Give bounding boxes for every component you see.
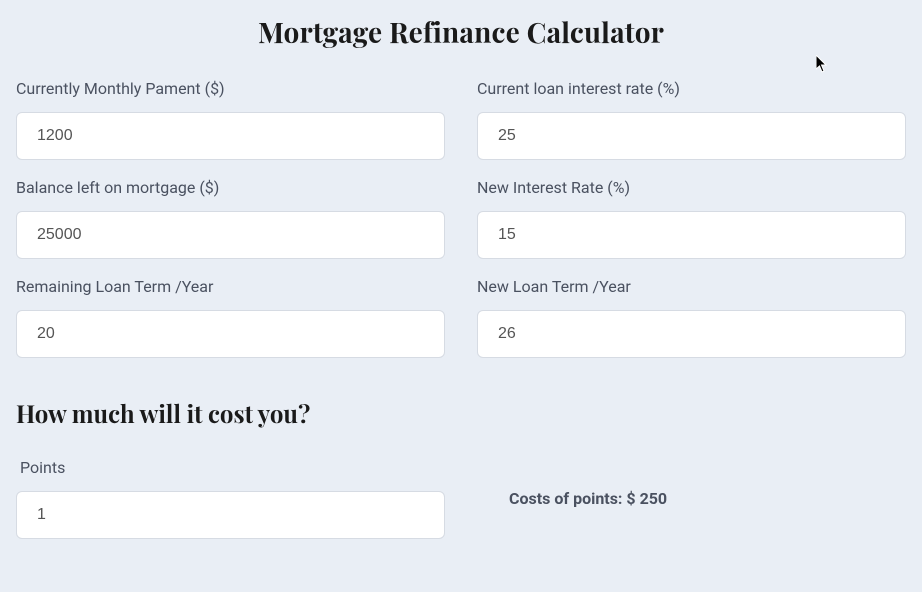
field-balance-left: Balance left on mortgage ($)	[16, 178, 445, 259]
input-points[interactable]	[16, 491, 445, 539]
input-balance-left[interactable]	[16, 211, 445, 259]
label-current-interest-rate: Current loan interest rate (%)	[477, 79, 906, 98]
field-points: Points	[16, 458, 445, 539]
points-cost-label: Costs of points: $ 250	[477, 489, 906, 508]
label-balance-left: Balance left on mortgage ($)	[16, 178, 445, 197]
cost-section-heading: How much will it cost you?	[16, 398, 906, 430]
label-new-term: New Loan Term /Year	[477, 277, 906, 296]
field-current-monthly-payment: Currently Monthly Pament ($)	[16, 79, 445, 160]
label-new-interest-rate: New Interest Rate (%)	[477, 178, 906, 197]
input-new-term[interactable]	[477, 310, 906, 358]
field-remaining-term: Remaining Loan Term /Year	[16, 277, 445, 358]
page-title: Mortgage Refinance Calculator	[16, 14, 906, 51]
field-new-term: New Loan Term /Year	[477, 277, 906, 358]
label-current-monthly-payment: Currently Monthly Pament ($)	[16, 79, 445, 98]
input-new-interest-rate[interactable]	[477, 211, 906, 259]
label-remaining-term: Remaining Loan Term /Year	[16, 277, 445, 296]
input-remaining-term[interactable]	[16, 310, 445, 358]
input-current-monthly-payment[interactable]	[16, 112, 445, 160]
field-new-interest-rate: New Interest Rate (%)	[477, 178, 906, 259]
input-current-interest-rate[interactable]	[477, 112, 906, 160]
label-points: Points	[16, 458, 445, 477]
cost-row: Points Costs of points: $ 250	[16, 458, 906, 539]
form-grid: Currently Monthly Pament ($) Current loa…	[16, 79, 906, 358]
field-current-interest-rate: Current loan interest rate (%)	[477, 79, 906, 160]
